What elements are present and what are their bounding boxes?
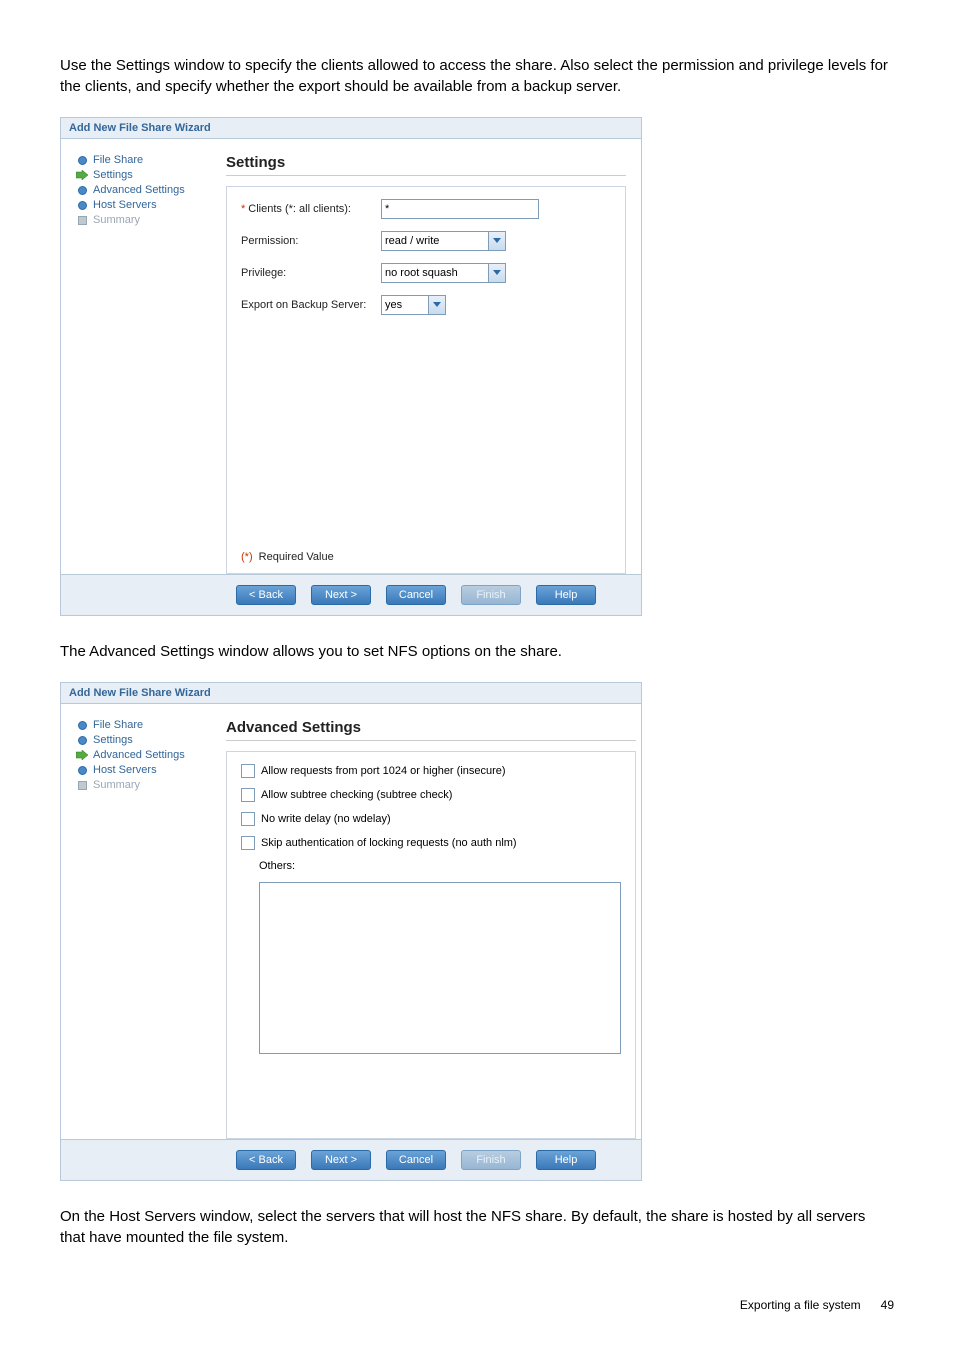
clients-input[interactable]	[381, 199, 539, 219]
nav-file-share[interactable]: File Share	[76, 154, 216, 166]
button-bar: < Back Next > Cancel Finish Help	[61, 574, 641, 615]
back-button[interactable]: < Back	[236, 1150, 296, 1170]
nav-label: Advanced Settings	[93, 184, 185, 196]
footer-page-number: 49	[881, 1298, 894, 1312]
privilege-value[interactable]	[381, 263, 488, 283]
bullet-icon	[76, 779, 88, 791]
nav-label: Summary	[93, 779, 140, 791]
check-label: Allow requests from port 1024 or higher …	[261, 765, 506, 777]
clients-label: *Clients (*: all clients):	[241, 203, 381, 215]
bullet-icon	[76, 199, 88, 211]
backup-value[interactable]	[381, 295, 428, 315]
intro-text-2: The Advanced Settings window allows you …	[60, 641, 894, 662]
nav-advanced-settings[interactable]: Advanced Settings	[76, 184, 216, 196]
checkbox-icon[interactable]	[241, 812, 255, 826]
nav-label: File Share	[93, 719, 143, 731]
cancel-button[interactable]: Cancel	[386, 1150, 446, 1170]
required-star-icon: *	[241, 203, 245, 215]
privilege-label: Privilege:	[241, 267, 381, 279]
required-note: (*) (*) Required ValueRequired Value	[241, 551, 334, 563]
panel-heading: Settings	[226, 154, 626, 176]
check-label: Allow subtree checking (subtree check)	[261, 789, 452, 801]
nav-label: Summary	[93, 214, 140, 226]
nav-summary: Summary	[76, 779, 216, 791]
cancel-button[interactable]: Cancel	[386, 585, 446, 605]
nav-label: Settings	[93, 734, 133, 746]
wizard-settings: Add New File Share Wizard File Share Set…	[60, 117, 642, 616]
check-label: Skip authentication of locking requests …	[261, 837, 517, 849]
checkbox-icon[interactable]	[241, 836, 255, 850]
page-footer: Exporting a file system 49	[60, 1268, 894, 1312]
wizard-title: Add New File Share Wizard	[61, 118, 641, 139]
finish-button: Finish	[461, 1150, 521, 1170]
help-button[interactable]: Help	[536, 585, 596, 605]
next-button[interactable]: Next >	[311, 1150, 371, 1170]
check-insecure[interactable]: Allow requests from port 1024 or higher …	[241, 764, 621, 778]
finish-button: Finish	[461, 585, 521, 605]
panel-content: *Clients (*: all clients): Permission: P…	[226, 186, 626, 574]
nav-label: Settings	[93, 169, 133, 181]
bullet-icon	[76, 214, 88, 226]
arrow-right-icon	[76, 749, 88, 761]
permission-select[interactable]	[381, 231, 506, 251]
checkbox-icon[interactable]	[241, 788, 255, 802]
chevron-down-icon[interactable]	[488, 231, 506, 251]
button-bar: < Back Next > Cancel Finish Help	[61, 1139, 641, 1180]
wizard-title: Add New File Share Wizard	[61, 683, 641, 704]
nav-host-servers[interactable]: Host Servers	[76, 764, 216, 776]
checkbox-icon[interactable]	[241, 764, 255, 778]
nav-label: File Share	[93, 154, 143, 166]
check-no-wdelay[interactable]: No write delay (no wdelay)	[241, 812, 621, 826]
check-label: No write delay (no wdelay)	[261, 813, 391, 825]
nav-settings[interactable]: Settings	[76, 734, 216, 746]
others-textarea[interactable]	[259, 882, 621, 1054]
help-button[interactable]: Help	[536, 1150, 596, 1170]
nav-label: Host Servers	[93, 764, 157, 776]
check-no-auth-nlm[interactable]: Skip authentication of locking requests …	[241, 836, 621, 850]
permission-label: Permission:	[241, 235, 381, 247]
chevron-down-icon[interactable]	[428, 295, 446, 315]
bullet-icon	[76, 764, 88, 776]
panel-heading: Advanced Settings	[226, 719, 636, 741]
arrow-right-icon	[76, 169, 88, 181]
wizard-nav: File Share Settings Advanced Settings Ho…	[76, 719, 226, 1139]
check-subtree[interactable]: Allow subtree checking (subtree check)	[241, 788, 621, 802]
intro-text-3: On the Host Servers window, select the s…	[60, 1206, 894, 1248]
backup-select[interactable]	[381, 295, 446, 315]
nav-settings[interactable]: Settings	[76, 169, 216, 181]
chevron-down-icon[interactable]	[488, 263, 506, 283]
bullet-icon	[76, 719, 88, 731]
others-label: Others:	[259, 860, 295, 872]
panel-content: Allow requests from port 1024 or higher …	[226, 751, 636, 1139]
nav-host-servers[interactable]: Host Servers	[76, 199, 216, 211]
privilege-select[interactable]	[381, 263, 506, 283]
nav-label: Advanced Settings	[93, 749, 185, 761]
nav-advanced-settings[interactable]: Advanced Settings	[76, 749, 216, 761]
nav-file-share[interactable]: File Share	[76, 719, 216, 731]
bullet-icon	[76, 154, 88, 166]
nav-summary: Summary	[76, 214, 216, 226]
nav-label: Host Servers	[93, 199, 157, 211]
permission-value[interactable]	[381, 231, 488, 251]
wizard-advanced-settings: Add New File Share Wizard File Share Set…	[60, 682, 642, 1181]
bullet-icon	[76, 184, 88, 196]
wizard-nav: File Share Settings Advanced Settings Ho…	[76, 154, 226, 574]
bullet-icon	[76, 734, 88, 746]
backup-label: Export on Backup Server:	[241, 299, 381, 311]
next-button[interactable]: Next >	[311, 585, 371, 605]
back-button[interactable]: < Back	[236, 585, 296, 605]
intro-text-1: Use the Settings window to specify the c…	[60, 55, 894, 97]
footer-section: Exporting a file system	[740, 1298, 861, 1312]
